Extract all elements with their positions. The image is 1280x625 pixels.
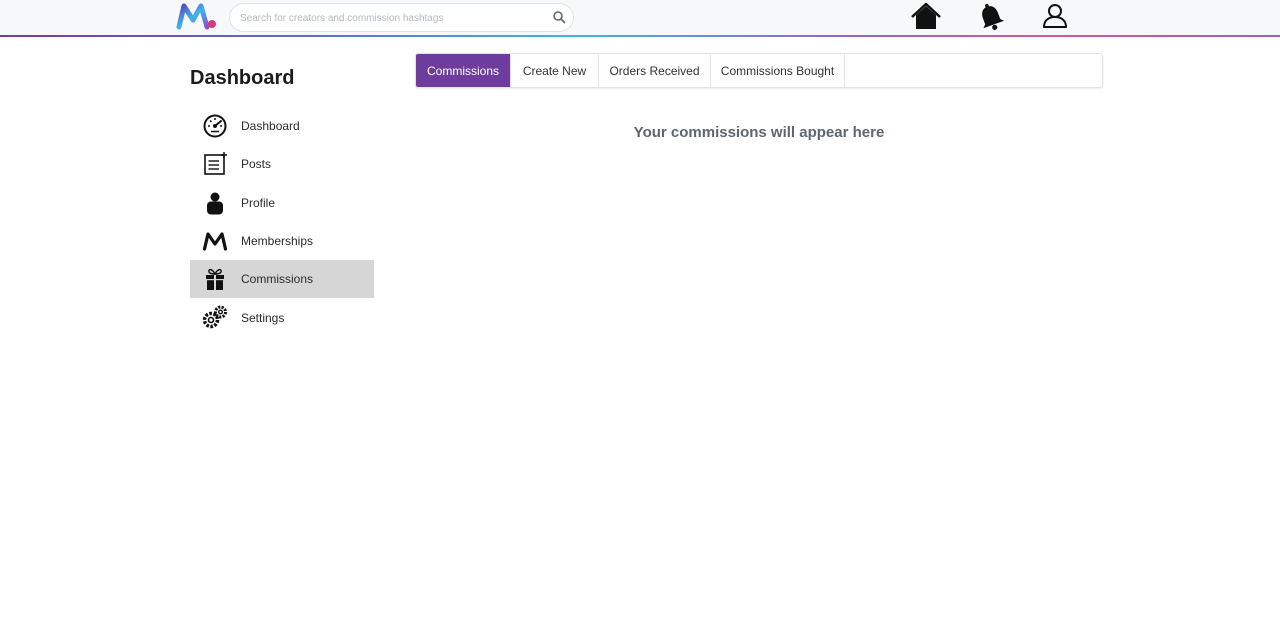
- person-icon: [207, 192, 223, 215]
- sidebar-item-commissions[interactable]: Commissions: [190, 260, 374, 299]
- sidebar-item-label: Memberships: [241, 234, 314, 249]
- posts-icon: [204, 152, 227, 176]
- bell-icon[interactable]: [975, 2, 1007, 32]
- tab-create-new[interactable]: Create New: [511, 54, 599, 87]
- sidebar-item-profile[interactable]: Profile: [190, 184, 374, 222]
- sidebar-title: Dashboard: [190, 67, 295, 89]
- user-icon[interactable]: [1039, 2, 1071, 32]
- tab-orders-received[interactable]: Orders Received: [599, 54, 711, 87]
- tab-commissions-bought[interactable]: Commissions Bought: [711, 54, 845, 87]
- sidebar-item-label: Dashboard: [241, 119, 300, 134]
- gears-icon: [202, 305, 227, 329]
- m-logo-icon: [202, 232, 228, 251]
- gift-icon: [206, 269, 224, 291]
- header-accent-line: [0, 35, 1280, 37]
- empty-state-message: Your commissions will appear here: [633, 124, 885, 141]
- sidebar-item-label: Commissions: [241, 272, 314, 287]
- tab-commissions[interactable]: Commissions: [416, 54, 511, 87]
- top-navbar: [0, 0, 1280, 36]
- logo-icon[interactable]: [176, 2, 218, 30]
- home-icon[interactable]: [910, 2, 942, 32]
- sidebar-item-dashboard[interactable]: Dashboard: [190, 107, 374, 145]
- sidebar-item-posts[interactable]: Posts: [190, 145, 374, 183]
- sidebar-item-label: Posts: [241, 157, 272, 172]
- speedometer-icon: [203, 114, 227, 138]
- sidebar-item-label: Settings: [241, 310, 285, 325]
- sidebar-item-label: Profile: [241, 195, 276, 210]
- search-icon[interactable]: [552, 10, 566, 24]
- sidebar-item-memberships[interactable]: Memberships: [190, 222, 374, 260]
- sidebar-item-settings[interactable]: Settings: [190, 298, 374, 336]
- search-bar: [229, 3, 574, 32]
- search-input[interactable]: [240, 10, 540, 26]
- sidebar-menu: Dashboard Posts Profile Memberships Comm…: [190, 107, 374, 337]
- commission-tabs: Commissions Create New Orders Received C…: [415, 53, 1103, 88]
